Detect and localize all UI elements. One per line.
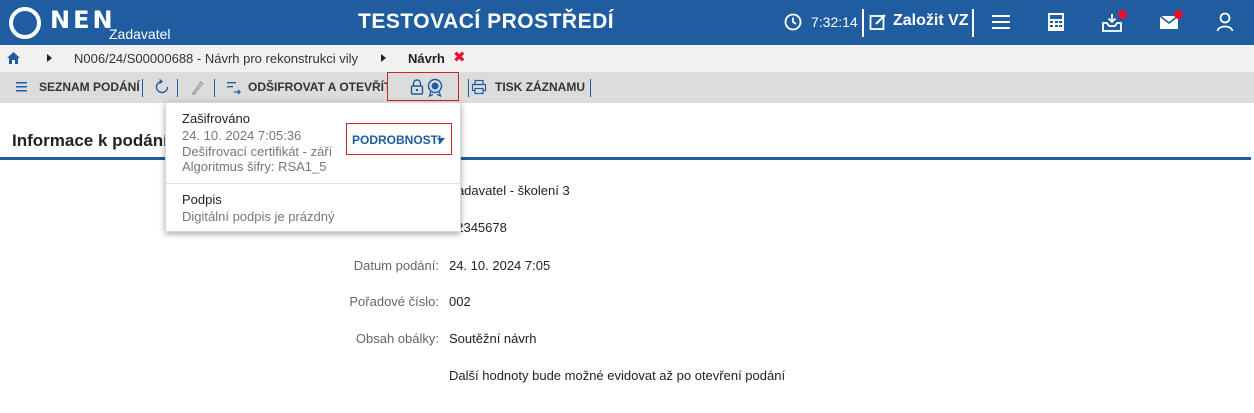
field-label-order-number: Pořadové číslo:: [349, 294, 439, 309]
signature-status: Digitální podpis je prázdný: [182, 209, 335, 224]
logo-subtitle: Zadavatel: [109, 26, 171, 42]
inbox-notification-dot: [1118, 10, 1127, 19]
header-divider: [862, 9, 864, 37]
encryption-certificate: Dešifrovací certifikát - září: [182, 144, 333, 159]
pencil-icon: [191, 81, 204, 95]
field-value-submission-date: 24. 10. 2024 7:05: [449, 258, 551, 273]
breadcrumb-item-current: Návrh: [408, 51, 445, 66]
toolbar-divider: [142, 79, 143, 97]
environment-title: TESTOVACÍ PROSTŘEDÍ: [358, 10, 615, 33]
session-clock: 7:32:14: [811, 14, 858, 30]
calculator-icon[interactable]: [1045, 11, 1067, 33]
nen-logo-icon[interactable]: [8, 6, 44, 40]
encryption-algorithm: Algoritmus šifry: RSA1_5: [182, 159, 327, 174]
home-icon[interactable]: [6, 51, 21, 65]
logo-text: NEN: [50, 6, 116, 34]
lock-icon: [410, 79, 424, 95]
close-icon[interactable]: ✖: [453, 48, 466, 66]
toolbar-divider: [214, 79, 215, 97]
toolbar-divider: [468, 79, 469, 97]
popup-divider: [166, 183, 462, 184]
page-title: Informace k podání: [12, 131, 168, 150]
decrypt-open-button[interactable]: ODŠIFROVAT A OTEVŘÍT: [248, 80, 391, 94]
field-label-envelope-content: Obsah obálky:: [355, 331, 439, 346]
toolbar-divider: [590, 79, 591, 97]
top-header: NEN Zadavatel TESTOVACÍ PROSTŘEDÍ 7:32:1…: [0, 0, 1254, 45]
field-value-authority: Zadavatel - školení 3: [449, 183, 570, 198]
encryption-title: Zašifrováno: [182, 111, 250, 126]
details-dropdown-button[interactable]: PODROBNOSTI: [346, 123, 452, 155]
toolbar: SEZNAM PODÁNÍ ODŠIFROVAT A OTEVŘÍT TISK …: [0, 72, 1254, 103]
print-icon[interactable]: [471, 79, 487, 95]
encryption-status-button[interactable]: [387, 72, 459, 101]
submission-list-button[interactable]: SEZNAM PODÁNÍ: [39, 80, 140, 94]
menu-icon[interactable]: [990, 11, 1012, 33]
breadcrumb: N006/24/S00000688 - Návrh pro rekonstruk…: [0, 45, 1254, 72]
chevron-right-icon: [47, 54, 52, 62]
create-vz-button[interactable]: Založit VZ: [893, 12, 969, 30]
print-record-button[interactable]: TISK ZÁZNAMU: [495, 80, 585, 94]
encryption-popup: Zašifrováno 24. 10. 2024 7:05:36 Dešifro…: [165, 102, 462, 232]
info-note: Další hodnoty bude možné evidovat až po …: [449, 368, 786, 383]
signature-title: Podpis: [182, 192, 222, 207]
clock-icon: [784, 13, 802, 31]
chevron-right-icon: [381, 54, 386, 62]
breadcrumb-item-contract[interactable]: N006/24/S00000688 - Návrh pro rekonstruk…: [74, 51, 358, 66]
field-label-submission-date: Datum podání:: [353, 258, 439, 273]
caret-down-icon: [437, 138, 445, 143]
decrypt-icon[interactable]: [226, 79, 242, 95]
user-icon[interactable]: [1214, 11, 1236, 33]
field-value-order-number: 002: [449, 294, 471, 309]
certificate-badge-icon: [427, 78, 443, 97]
encryption-date: 24. 10. 2024 7:05:36: [182, 128, 302, 143]
refresh-icon[interactable]: [153, 78, 171, 96]
header-divider: [972, 9, 974, 37]
edit-icon[interactable]: [869, 13, 887, 31]
details-button-label: PODROBNOSTI: [352, 133, 442, 147]
mail-notification-dot: [1174, 10, 1183, 19]
toolbar-divider: [177, 79, 178, 97]
field-value-envelope-content: Soutěžní návrh: [449, 331, 537, 346]
list-icon[interactable]: [15, 79, 31, 95]
